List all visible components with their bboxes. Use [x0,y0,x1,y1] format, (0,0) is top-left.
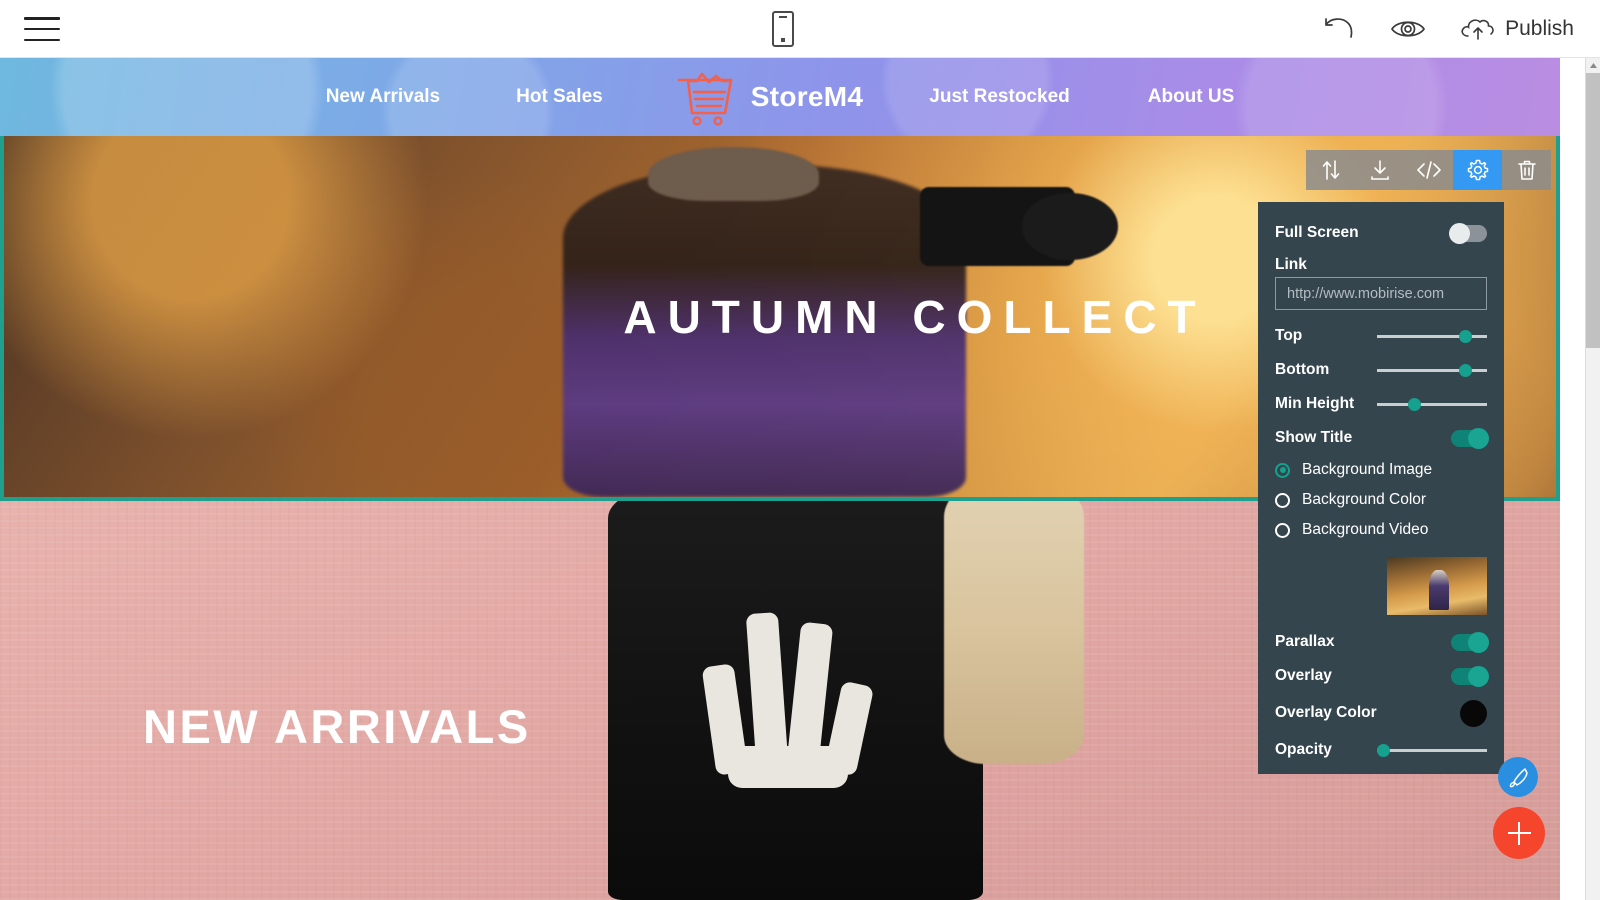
top-toolbar-actions: Publish [1322,0,1574,58]
nav-links-right: Just Restocked About US [929,86,1234,108]
scroll-up-arrow-icon[interactable] [1586,58,1600,73]
style-editor-button[interactable] [1498,757,1538,797]
parallax-toggle[interactable] [1451,631,1489,653]
option-background-video[interactable]: Background Video [1258,515,1504,545]
top-label: Top [1275,327,1303,344]
bottom-label: Bottom [1275,361,1330,378]
block-settings-button[interactable] [1453,150,1502,190]
full-screen-label: Full Screen [1275,224,1359,241]
setting-opacity: Opacity [1258,733,1504,767]
cloud-upload-icon [1461,19,1494,40]
top-slider[interactable] [1377,327,1487,345]
setting-overlay: Overlay [1258,659,1504,693]
hero2-title: NEW ARRIVALS [143,700,531,753]
setting-parallax: Parallax [1258,625,1504,659]
background-color-label: Background Color [1302,491,1427,508]
phone-shape [772,11,794,47]
hero1-hat [648,146,819,201]
parallax-label: Parallax [1275,633,1335,650]
setting-show-title: Show Title [1258,421,1504,455]
option-background-image[interactable]: Background Image [1258,455,1504,485]
hamburger-menu-icon[interactable] [24,13,60,45]
move-updown-icon [1322,160,1339,180]
code-brackets-icon [1416,161,1441,179]
setting-min-height: Min Height [1258,387,1504,421]
setting-overlay-color: Overlay Color [1258,693,1504,733]
preview-button[interactable] [1390,16,1426,42]
show-title-label: Show Title [1275,429,1353,446]
move-block-button[interactable] [1306,150,1355,190]
radio-button-icon[interactable] [1275,492,1290,508]
min-height-label: Min Height [1275,395,1355,412]
slider-thumb[interactable] [1459,364,1472,377]
overlay-color-label: Overlay Color [1275,704,1377,721]
hamburger-line [24,27,60,31]
gear-icon [1467,159,1488,181]
slider-thumb[interactable] [1377,744,1390,757]
nav-item-hot-sales[interactable]: Hot Sales [516,86,603,108]
download-icon [1370,160,1389,180]
hero1-camera [919,186,1119,266]
hero2-skeleton-hand-graphic [702,611,889,789]
background-video-label: Background Video [1302,521,1429,538]
background-image-thumbnail[interactable] [1387,557,1487,615]
toggle-knob [1468,427,1489,449]
scrollbar-thumb[interactable] [1586,73,1600,348]
edit-code-button[interactable] [1404,150,1453,190]
opacity-label: Opacity [1275,741,1332,758]
block-toolbar [1306,150,1551,190]
delete-block-button[interactable] [1502,150,1551,190]
vertical-scrollbar[interactable] [1585,58,1600,900]
setting-full-screen: Full Screen [1258,216,1504,250]
link-label: Link [1275,256,1307,273]
overlay-label: Overlay [1275,667,1332,684]
app-root: Publish New Arrivals Hot Sales StoreM4 J… [0,0,1600,900]
setting-bottom: Bottom [1258,353,1504,387]
radio-button-icon[interactable] [1275,462,1290,478]
nav-item-about-us[interactable]: About US [1148,86,1235,108]
slider-track [1377,403,1487,406]
shopping-cart-icon [677,72,733,126]
radio-button-icon[interactable] [1275,522,1290,538]
block-settings-panel: Full Screen Link Top Bottom Min Height [1258,202,1504,774]
full-screen-toggle[interactable] [1449,222,1487,244]
slider-thumb[interactable] [1459,330,1472,343]
top-toolbar: Publish [0,0,1600,58]
toggle-knob [1468,631,1489,653]
nav-links-left: New Arrivals Hot Sales [326,86,603,108]
brand-name: StoreM4 [750,81,864,112]
site-navigation-block: New Arrivals Hot Sales StoreM4 Just Rest… [0,58,1560,136]
toggle-knob [1468,665,1489,687]
bottom-slider[interactable] [1377,361,1487,379]
nav-item-just-restocked[interactable]: Just Restocked [929,86,1069,108]
brand-logo[interactable]: StoreM4 [675,68,864,126]
trash-icon [1517,160,1536,180]
opacity-slider[interactable] [1377,741,1487,759]
eye-preview-icon [1391,21,1426,37]
slider-track [1377,749,1487,752]
toggle-knob [1449,222,1470,244]
option-background-color[interactable]: Background Color [1258,485,1504,515]
add-block-button[interactable] [1493,807,1545,859]
setting-top: Top [1258,319,1504,353]
hero2-hair [943,501,1085,765]
download-block-button[interactable] [1355,150,1404,190]
show-title-toggle[interactable] [1451,427,1489,449]
pen-brush-icon [1509,768,1528,788]
undo-button[interactable] [1322,16,1356,42]
slider-thumb[interactable] [1408,398,1421,411]
min-height-slider[interactable] [1377,395,1487,413]
overlay-color-swatch[interactable] [1460,699,1487,727]
background-image-label: Background Image [1302,461,1433,478]
hamburger-line [24,17,60,20]
publish-button[interactable]: Publish [1460,15,1574,43]
mobile-preview-icon[interactable] [770,11,796,47]
nav-item-new-arrivals[interactable]: New Arrivals [326,86,440,108]
hamburger-line [24,38,60,41]
link-input[interactable] [1275,277,1487,310]
undo-icon [1325,18,1353,38]
overlay-toggle[interactable] [1451,665,1489,687]
publish-label: Publish [1505,17,1574,40]
